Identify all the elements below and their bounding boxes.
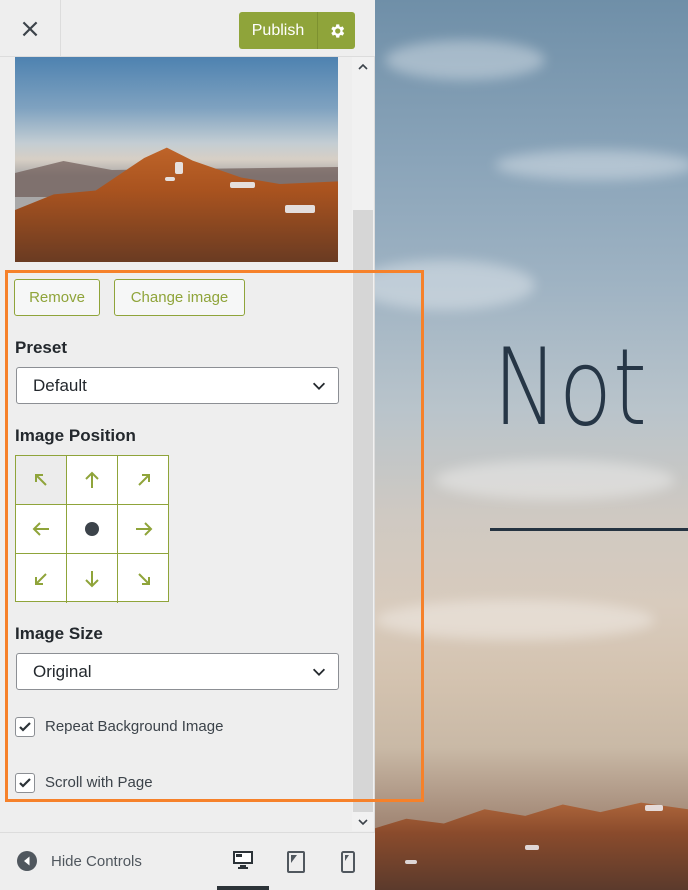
customizer-footer: Hide Controls — [0, 832, 375, 890]
remove-image-button[interactable]: Remove — [14, 279, 100, 316]
preview-desktop-button[interactable] — [217, 833, 269, 890]
chevron-down-icon — [358, 819, 368, 826]
preset-value: Default — [33, 375, 87, 395]
preview-tablet-button[interactable] — [270, 833, 322, 890]
snow-patch — [175, 162, 183, 174]
arrow-left-icon — [32, 522, 49, 536]
snow-patch — [165, 177, 175, 181]
position-top-left-button[interactable] — [16, 456, 67, 505]
close-button[interactable]: × — [0, 0, 61, 57]
chevron-up-icon — [358, 63, 368, 70]
position-center-button[interactable] — [67, 505, 118, 554]
hide-controls-label: Hide Controls — [51, 852, 142, 870]
scroll-with-page-label[interactable]: Scroll with Page — [45, 774, 153, 791]
position-top-button[interactable] — [67, 456, 118, 505]
image-size-select[interactable]: Original — [16, 653, 339, 690]
checkmark-icon — [19, 722, 31, 732]
arrow-up-right-icon — [137, 474, 150, 486]
chevron-down-icon — [312, 668, 326, 676]
arrow-up-icon — [85, 471, 99, 488]
snow-patch — [230, 182, 255, 188]
mountain-ridge — [375, 802, 688, 890]
position-left-button[interactable] — [16, 505, 67, 554]
scroll-with-page-checkbox[interactable] — [15, 773, 35, 793]
collapse-arrow-icon — [17, 851, 37, 871]
arrow-down-left-icon — [35, 572, 47, 585]
image-position-label: Image Position — [15, 426, 136, 445]
publish-settings-button[interactable] — [317, 12, 355, 49]
preview-mobile-button[interactable] — [322, 833, 374, 890]
scroll-down-button[interactable] — [352, 812, 374, 832]
position-bottom-left-button[interactable] — [16, 554, 67, 603]
customizer-header: × Publish — [0, 0, 375, 57]
image-position-grid — [15, 455, 169, 603]
mobile-icon — [341, 850, 355, 873]
snow-patch — [645, 805, 663, 811]
close-icon: × — [19, 13, 41, 44]
position-bottom-button[interactable] — [67, 554, 118, 603]
tablet-icon — [287, 850, 305, 873]
publish-button[interactable]: Publish — [239, 12, 317, 49]
cloud — [495, 150, 688, 180]
mountain — [15, 147, 338, 262]
preset-label: Preset — [15, 338, 67, 357]
image-size-label: Image Size — [15, 624, 103, 643]
desktop-icon — [233, 850, 253, 869]
site-preview: Not — [375, 0, 688, 890]
checkmark-icon — [19, 778, 31, 788]
arrow-down-icon — [85, 570, 99, 587]
position-bottom-right-button[interactable] — [118, 554, 169, 603]
center-dot-icon — [85, 522, 99, 536]
image-size-value: Original — [33, 661, 92, 681]
preset-select[interactable]: Default — [16, 367, 339, 404]
snow-patch — [405, 860, 417, 864]
arrow-right-icon — [135, 522, 152, 536]
customizer-sidebar: × Publish Remove Change image Preset Def… — [0, 0, 375, 890]
background-image-thumbnail — [15, 57, 338, 262]
scrollbar-thumb[interactable] — [353, 210, 373, 812]
arrow-down-right-icon — [137, 572, 150, 585]
cloud — [375, 260, 535, 310]
scroll-up-button[interactable] — [352, 57, 374, 77]
position-top-right-button[interactable] — [118, 456, 169, 505]
repeat-background-label[interactable]: Repeat Background Image — [45, 718, 223, 735]
cloud — [435, 460, 675, 500]
position-right-button[interactable] — [118, 505, 169, 554]
change-image-button[interactable]: Change image — [114, 279, 245, 316]
publish-group: Publish — [239, 12, 355, 49]
cloud — [385, 40, 545, 80]
site-title[interactable]: Not — [493, 335, 648, 441]
snow-patch — [285, 205, 315, 213]
hide-controls-button[interactable]: Hide Controls — [16, 850, 142, 872]
cloud — [375, 600, 655, 640]
gear-icon — [330, 23, 344, 38]
repeat-background-checkbox[interactable] — [15, 717, 35, 737]
chevron-down-icon — [312, 382, 326, 390]
arrow-up-left-icon — [35, 474, 47, 486]
snow-patch — [525, 845, 539, 850]
title-divider — [490, 528, 688, 531]
